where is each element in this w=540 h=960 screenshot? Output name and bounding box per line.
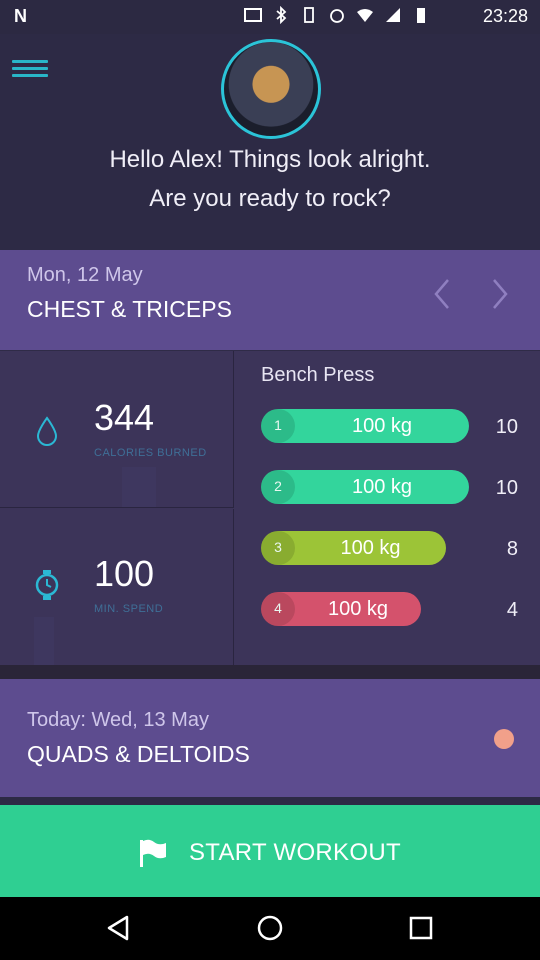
cast-icon (244, 6, 262, 24)
set-reps: 10 (495, 416, 518, 438)
divider (0, 797, 540, 805)
workout-title: CHEST & TRICEPS (27, 296, 232, 322)
start-workout-button[interactable]: START WORKOUT (0, 805, 540, 897)
workout-date: Today: Wed, 13 May (27, 709, 209, 731)
workout-date: Mon, 12 May (27, 264, 143, 286)
wifi-icon (356, 6, 374, 24)
set-index: 2 (274, 478, 282, 494)
battery-icon (412, 6, 430, 24)
chevron-right-icon[interactable] (486, 274, 516, 314)
flag-icon (137, 837, 169, 869)
minutes-label: MIN. SPEND (94, 603, 164, 615)
set-bar[interactable]: 3 100 kg (261, 531, 446, 565)
set-bar[interactable]: 1 100 kg (261, 409, 469, 443)
status-bar: N 23:28 (0, 0, 540, 34)
set-reps: 10 (495, 477, 518, 499)
workout-title: QUADS & DELTOIDS (27, 741, 250, 767)
status-dot (494, 729, 514, 749)
signal-icon (384, 6, 402, 24)
greeting-line-2: Are you ready to rock? (149, 185, 391, 212)
alarm-icon (328, 6, 346, 24)
set-weight: 100 kg (340, 537, 401, 559)
stopwatch-icon (34, 569, 60, 601)
set-reps: 8 (506, 538, 518, 560)
calories-value: 344 (94, 397, 155, 438)
set-weight: 100 kg (351, 476, 413, 498)
set-bar[interactable]: 2 100 kg (261, 470, 469, 504)
home-icon[interactable] (253, 911, 287, 945)
previous-workout-card[interactable]: Mon, 12 May CHEST & TRICEPS (0, 250, 540, 350)
hamburger-icon[interactable] (12, 56, 48, 84)
background-bar (34, 617, 54, 665)
set-index: 4 (274, 600, 282, 616)
calories-stat: 344 CALORIES BURNED (0, 351, 234, 508)
stats-panel: 344 CALORIES BURNED 100 MIN. SPEND Bench… (0, 351, 540, 665)
exercise-name: Bench Press (261, 364, 375, 386)
recents-icon[interactable] (404, 911, 438, 945)
minutes-value: 100 (94, 553, 155, 594)
status-icons (244, 5, 430, 25)
clock: 23:28 (482, 6, 528, 26)
navigation-bar (0, 897, 540, 960)
minutes-stat: 100 MIN. SPEND (0, 509, 234, 665)
set-reps: 4 (506, 599, 518, 621)
today-workout-card[interactable]: Today: Wed, 13 May QUADS & DELTOIDS (0, 679, 540, 797)
background-bar (122, 467, 156, 507)
divider (0, 665, 540, 679)
water-drop-icon (34, 415, 60, 447)
vibrate-icon (300, 6, 318, 24)
back-icon[interactable] (101, 911, 135, 945)
avatar[interactable] (221, 39, 321, 139)
chevron-left-icon[interactable] (428, 274, 458, 314)
notification-n-icon: N (14, 6, 27, 26)
greeting-line-1: Hello Alex! Things look alright. (109, 146, 431, 173)
start-workout-label: START WORKOUT (189, 839, 401, 866)
set-index: 1 (274, 417, 282, 433)
set-weight: 100 kg (351, 415, 413, 437)
bluetooth-icon (272, 5, 290, 25)
exercise-panel: Bench Press 1 100 kg 10 2 100 kg 10 3 10… (234, 351, 540, 665)
calories-label: CALORIES BURNED (94, 447, 207, 459)
set-bar[interactable]: 4 100 kg (261, 592, 421, 626)
set-weight: 100 kg (327, 598, 389, 620)
set-index: 3 (274, 539, 282, 555)
header: Hello Alex! Things look alright. Are you… (0, 34, 540, 250)
